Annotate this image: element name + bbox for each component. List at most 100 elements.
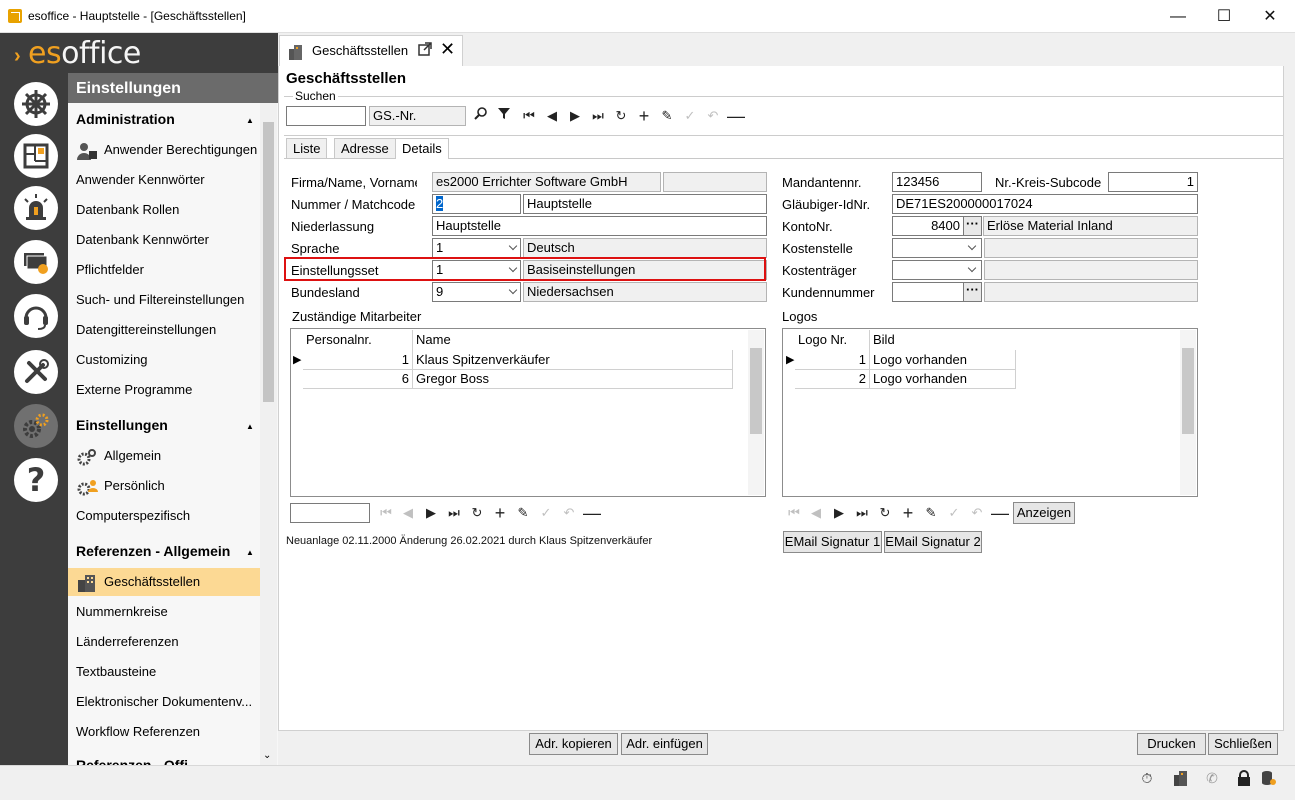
menu-item-geschaeftsstellen[interactable]: Geschäftsstellen (68, 568, 260, 596)
helm-icon[interactable] (14, 82, 58, 126)
first-record-icon[interactable]: ⏮ (519, 106, 539, 126)
email-signatur-1-button[interactable]: EMail Signatur 1 (783, 531, 882, 553)
menu-item-externe-programme[interactable]: Externe Programme (68, 376, 260, 404)
database-icon[interactable] (1259, 770, 1277, 788)
sidebar-scrollbar-thumb[interactable] (263, 122, 274, 402)
floorplan-icon[interactable] (14, 134, 58, 178)
matchcode-field[interactable]: Hauptstelle (523, 194, 767, 214)
adr-kopieren-button[interactable]: Adr. kopieren (529, 733, 618, 755)
previous-record-icon[interactable]: ◀ (542, 106, 562, 126)
menu-item-customizing[interactable]: Customizing (68, 346, 260, 374)
refresh-icon[interactable]: ↻ (611, 106, 631, 126)
help-icon[interactable]: ? (14, 458, 58, 502)
undo-icon[interactable]: ↶ (967, 503, 987, 523)
section-einstellungen[interactable]: Einstellungen (76, 417, 168, 433)
first-record-icon[interactable]: ⏮ (376, 503, 396, 523)
chevron-down-icon[interactable] (508, 242, 518, 252)
delete-icon[interactable]: — (726, 106, 746, 126)
search-field-select[interactable]: GS.-Nr. (369, 106, 466, 126)
firma-field-2[interactable] (663, 172, 767, 192)
add-icon[interactable]: + (490, 503, 510, 523)
menu-item-nummernkreise[interactable]: Nummernkreise (68, 598, 260, 626)
chevron-down-icon[interactable] (967, 264, 977, 274)
section-referenzen-office[interactable]: Referenzen - Offi (76, 757, 188, 765)
mandant-field[interactable]: 123456 (892, 172, 982, 192)
popout-icon[interactable] (418, 42, 432, 59)
table-cell[interactable]: Logo vorhanden (870, 369, 1016, 389)
konto-lookup-button[interactable]: ··· (963, 216, 982, 236)
minimize-button[interactable]: — (1155, 0, 1201, 33)
search-input[interactable] (286, 106, 366, 126)
phone-icon[interactable]: ✆ (1203, 770, 1221, 788)
edit-icon[interactable]: ✎ (921, 503, 941, 523)
chevron-down-icon[interactable] (508, 286, 518, 296)
maximize-button[interactable]: ☐ (1201, 0, 1247, 33)
menu-item-datenbank-rollen[interactable]: Datenbank Rollen (68, 196, 260, 224)
last-record-icon[interactable]: ⏭ (852, 503, 872, 523)
nummer-field[interactable]: 2 (432, 194, 521, 214)
section-referenzen-allgemein[interactable]: Referenzen - Allgemein (76, 543, 230, 559)
lock-icon[interactable] (1235, 770, 1253, 788)
adr-einfuegen-button[interactable]: Adr. einfügen (621, 733, 708, 755)
next-record-icon[interactable]: ▶ (565, 106, 585, 126)
subcode-field[interactable]: 1 (1108, 172, 1198, 192)
menu-item-dokumentenverwaltung[interactable]: Elektronischer Dokumentenv... (68, 688, 260, 716)
table-cell[interactable]: Gregor Boss (413, 369, 733, 389)
table-cell[interactable]: 1 (303, 350, 413, 370)
delete-icon[interactable]: — (990, 503, 1010, 523)
refresh-icon[interactable]: ↻ (875, 503, 895, 523)
column-header-logo-nr[interactable]: Logo Nr. (795, 330, 870, 350)
menu-item-such-filter[interactable]: Such- und Filtereinstellungen (68, 286, 260, 314)
confirm-icon[interactable]: ✓ (680, 106, 700, 126)
alarm-light-icon[interactable] (14, 186, 58, 230)
next-record-icon[interactable]: ▶ (421, 503, 441, 523)
menu-item-anwender-berechtigungen[interactable]: Anwender Berechtigungen (68, 136, 260, 164)
mitarbeiter-search-input[interactable] (290, 503, 370, 523)
glaeubiger-field[interactable]: DE71ES200000017024 (892, 194, 1198, 214)
table-cell[interactable]: Klaus Spitzenverkäufer (413, 350, 733, 370)
undo-icon[interactable]: ↶ (703, 106, 723, 126)
previous-record-icon[interactable]: ◀ (806, 503, 826, 523)
menu-item-pflichtfelder[interactable]: Pflichtfelder (68, 256, 260, 284)
table-cell[interactable]: 6 (303, 369, 413, 389)
section-administration[interactable]: Administration (76, 111, 175, 127)
menu-item-persoenlich[interactable]: Persönlich (68, 472, 260, 500)
close-window-button[interactable]: ✕ (1247, 0, 1293, 33)
collapse-icon[interactable]: ▲ (246, 422, 254, 431)
previous-record-icon[interactable]: ◀ (398, 503, 418, 523)
table-cell[interactable]: 1 (795, 350, 870, 370)
tab-adresse[interactable]: Adresse (334, 138, 396, 158)
close-tab-icon[interactable]: ✕ (440, 39, 455, 60)
edit-icon[interactable]: ✎ (657, 106, 677, 126)
column-header-personalnr[interactable]: Personalnr. (303, 330, 413, 350)
delete-icon[interactable]: — (582, 503, 602, 523)
firma-field[interactable]: es2000 Errichter Software GmbH (432, 172, 661, 192)
stopwatch-icon[interactable]: ⏱ (1138, 770, 1156, 788)
grid-scrollbar-thumb[interactable] (750, 348, 762, 434)
money-icon[interactable] (14, 240, 58, 284)
kundennummer-field[interactable] (892, 282, 964, 302)
refresh-icon[interactable]: ↻ (467, 503, 487, 523)
building-icon[interactable] (1172, 770, 1190, 788)
column-header-name[interactable]: Name (413, 330, 733, 350)
filter-icon[interactable] (494, 106, 514, 126)
confirm-icon[interactable]: ✓ (944, 503, 964, 523)
menu-item-datenbank-kennwoerter[interactable]: Datenbank Kennwörter (68, 226, 260, 254)
next-record-icon[interactable]: ▶ (829, 503, 849, 523)
tools-icon[interactable] (14, 350, 58, 394)
drucken-button[interactable]: Drucken (1137, 733, 1206, 755)
undo-icon[interactable]: ↶ (559, 503, 579, 523)
schliessen-button[interactable]: Schließen (1208, 733, 1278, 755)
anzeigen-button[interactable]: Anzeigen (1013, 502, 1075, 524)
menu-item-computerspezifisch[interactable]: Computerspezifisch (68, 502, 260, 530)
niederlassung-field[interactable]: Hauptstelle (432, 216, 767, 236)
column-header-bild[interactable]: Bild (870, 330, 1016, 350)
grid-scrollbar-thumb[interactable] (1182, 348, 1194, 434)
settings-gears-icon[interactable] (14, 404, 58, 448)
last-record-icon[interactable]: ⏭ (588, 106, 608, 126)
menu-item-anwender-kennwoerter[interactable]: Anwender Kennwörter (68, 166, 260, 194)
add-icon[interactable]: + (634, 106, 654, 126)
menu-item-laenderreferenzen[interactable]: Länderreferenzen (68, 628, 260, 656)
add-icon[interactable]: + (898, 503, 918, 523)
menu-item-workflow-referenzen[interactable]: Workflow Referenzen (68, 718, 260, 746)
